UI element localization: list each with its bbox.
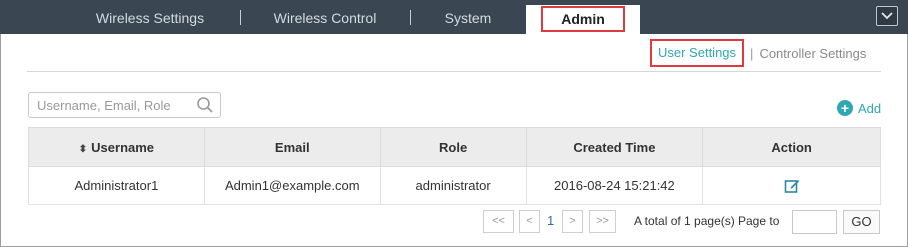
tab-wireless-control[interactable]: Wireless Control <box>240 0 410 34</box>
table-row: Administrator1 Admin1@example.com admini… <box>28 166 881 205</box>
tab-admin[interactable]: Admin <box>526 5 640 34</box>
prev-page-button[interactable]: < <box>519 210 540 233</box>
chevron-down-icon <box>881 12 893 20</box>
sub-navigation: User Settings | Controller Settings <box>650 39 866 67</box>
column-header-role: Role <box>379 127 527 167</box>
search-input[interactable] <box>29 93 194 117</box>
subnav-controller-settings[interactable]: Controller Settings <box>759 46 866 61</box>
tab-wireless-settings[interactable]: Wireless Settings <box>60 0 240 34</box>
cell-created-time: 2016-08-24 15:21:42 <box>525 166 704 205</box>
current-page-number[interactable]: 1 <box>547 210 554 232</box>
go-button[interactable]: GO <box>843 210 880 234</box>
column-header-username[interactable]: ⬍ Username <box>28 127 205 167</box>
cell-action <box>702 166 881 205</box>
table-header-row: ⬍ Username Email Role Created Time Action <box>28 127 881 167</box>
tab-admin-label: Admin <box>541 6 625 32</box>
sort-icon[interactable]: ⬍ <box>79 144 87 155</box>
column-header-username-label: Username <box>91 139 155 155</box>
admin-panel <box>0 0 908 247</box>
cell-role: administrator <box>379 166 527 205</box>
search-icon[interactable] <box>196 96 214 114</box>
collapse-button[interactable] <box>876 6 898 26</box>
last-page-button[interactable]: >> <box>589 210 616 233</box>
cell-email: Admin1@example.com <box>203 166 381 205</box>
divider <box>27 71 881 72</box>
column-header-created-time: Created Time <box>525 127 704 167</box>
page-number-input[interactable] <box>792 210 837 234</box>
add-button[interactable]: + Add <box>837 100 881 116</box>
tab-system[interactable]: System <box>410 0 526 34</box>
top-tab-bar: Wireless Settings Wireless Control Syste… <box>0 0 908 34</box>
edit-icon[interactable] <box>784 178 800 194</box>
users-table: ⬍ Username Email Role Created Time Action… <box>28 127 881 205</box>
page-to-label: Page to <box>738 214 780 228</box>
cell-username: Administrator1 <box>28 166 205 205</box>
subnav-separator: | <box>750 45 754 61</box>
total-pages-text: A total of 1 page(s) <box>634 214 735 228</box>
plus-circle-icon: + <box>837 100 853 116</box>
first-page-button[interactable]: << <box>483 210 514 233</box>
column-header-email: Email <box>203 127 381 167</box>
search-box <box>28 92 221 118</box>
add-label: Add <box>858 100 882 116</box>
column-header-action: Action <box>702 127 881 167</box>
subnav-user-settings[interactable]: User Settings <box>650 39 745 67</box>
next-page-button[interactable]: > <box>562 210 583 233</box>
